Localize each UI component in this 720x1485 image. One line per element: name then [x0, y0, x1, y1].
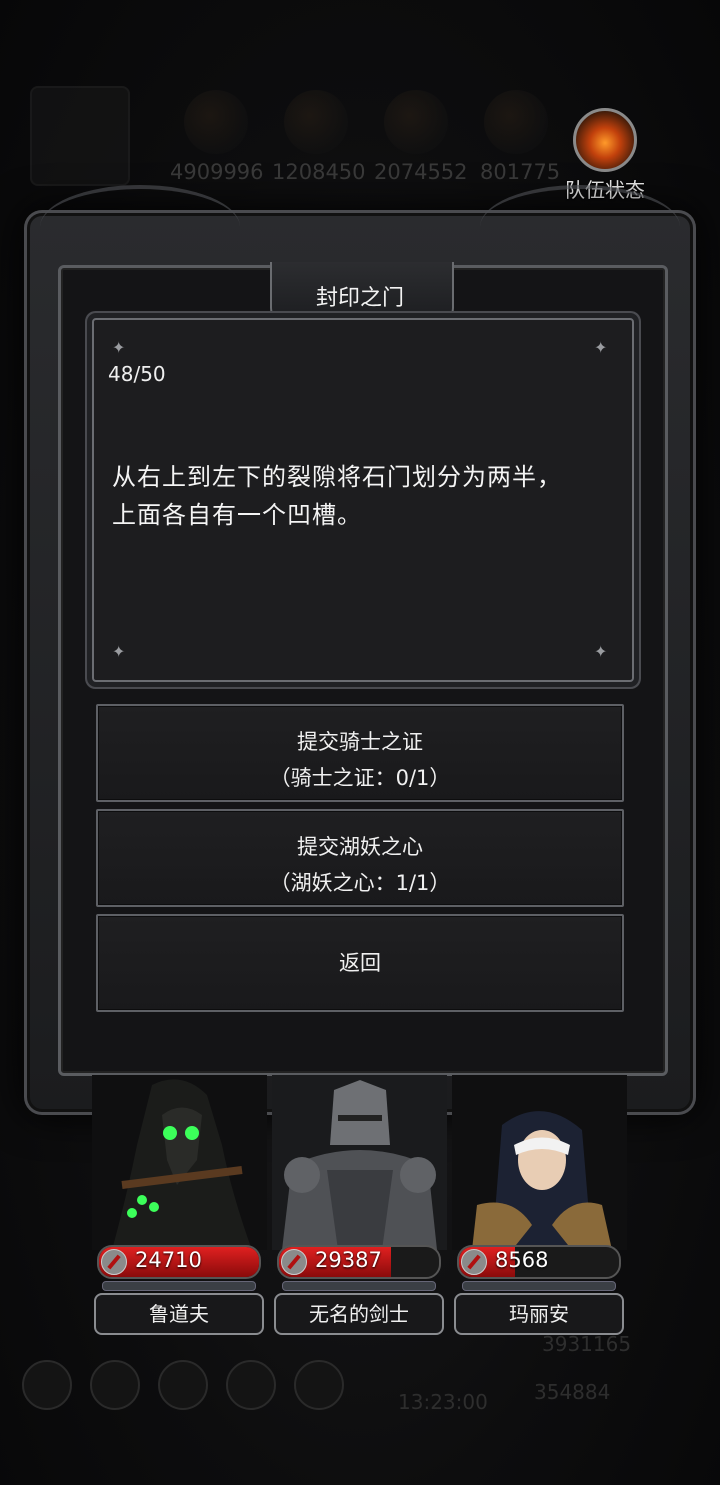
resource-icon [384, 90, 448, 154]
resource-value: 801775 [480, 160, 561, 184]
menu-icon [158, 1360, 208, 1410]
option-requirement: （骑士之证：0/1） [269, 766, 451, 790]
energy-bar [102, 1281, 256, 1291]
dialog-title: 封印之门 [315, 286, 404, 311]
submit-lake-demon-heart-button[interactable]: 提交湖妖之心 （湖妖之心：1/1） [96, 809, 624, 907]
energy-bar [282, 1281, 436, 1291]
armored-swordsman-portrait [272, 1075, 447, 1250]
bottom-value: 354884 [534, 1380, 611, 1404]
hp-value: 24710 [135, 1248, 202, 1272]
fire-burst-icon [573, 108, 637, 172]
description-line: 上面各自有一个凹槽。 [112, 501, 362, 529]
hero-slot [30, 86, 130, 186]
hp-bar: 29387 [277, 1245, 441, 1279]
sparkle-icon: ✦ [112, 642, 126, 661]
party-member[interactable]: 8568 玛丽安 [452, 1075, 627, 1337]
resource-value: 2074552 [374, 160, 468, 184]
sparkle-icon: ✦ [594, 338, 608, 357]
hp-value: 29387 [315, 1248, 382, 1272]
party-member[interactable]: 29387 无名的剑士 [272, 1075, 447, 1337]
member-name: 无名的剑士 [274, 1293, 444, 1335]
party-member[interactable]: 24710 鲁道夫 [92, 1075, 267, 1337]
plague-doctor-portrait [92, 1075, 267, 1250]
sword-icon [281, 1249, 307, 1275]
description-text: 从右上到左下的裂隙将石门划分为两半， 上面各自有一个凹槽。 [112, 458, 612, 534]
resource-value: 4909996 [170, 160, 264, 184]
resource-value: 1208450 [272, 160, 366, 184]
bottom-timer: 13:23:00 [398, 1390, 488, 1414]
frame-ornament [480, 185, 680, 269]
member-name: 鲁道夫 [94, 1293, 264, 1335]
menu-icon [90, 1360, 140, 1410]
member-name: 玛丽安 [454, 1293, 624, 1335]
description-line: 从右上到左下的裂隙将石门划分为两半， [112, 463, 562, 491]
hp-bar: 24710 [97, 1245, 261, 1279]
hp-value: 8568 [495, 1248, 549, 1272]
sparkle-icon: ✦ [112, 338, 126, 357]
resource-icon [484, 90, 548, 154]
menu-icon [294, 1360, 344, 1410]
submit-knight-proof-button[interactable]: 提交骑士之证 （骑士之证：0/1） [96, 704, 624, 802]
bottom-value: 3931165 [542, 1332, 632, 1356]
resource-icon [284, 90, 348, 154]
menu-icon [22, 1360, 72, 1410]
energy-bar [462, 1281, 616, 1291]
sword-icon [101, 1249, 127, 1275]
option-requirement: （湖妖之心：1/1） [269, 871, 451, 895]
option-label: 提交骑士之证 [297, 730, 423, 754]
sparkle-icon: ✦ [594, 642, 608, 661]
option-label: 提交湖妖之心 [297, 835, 423, 859]
frame-ornament [40, 185, 240, 269]
progress-counter: 48/50 [108, 362, 166, 386]
back-button[interactable]: 返回 [96, 914, 624, 1012]
resource-icon [184, 90, 248, 154]
sword-icon [461, 1249, 487, 1275]
hp-bar: 8568 [457, 1245, 621, 1279]
menu-icon [226, 1360, 276, 1410]
option-label: 返回 [339, 951, 381, 975]
nun-portrait [452, 1075, 627, 1250]
